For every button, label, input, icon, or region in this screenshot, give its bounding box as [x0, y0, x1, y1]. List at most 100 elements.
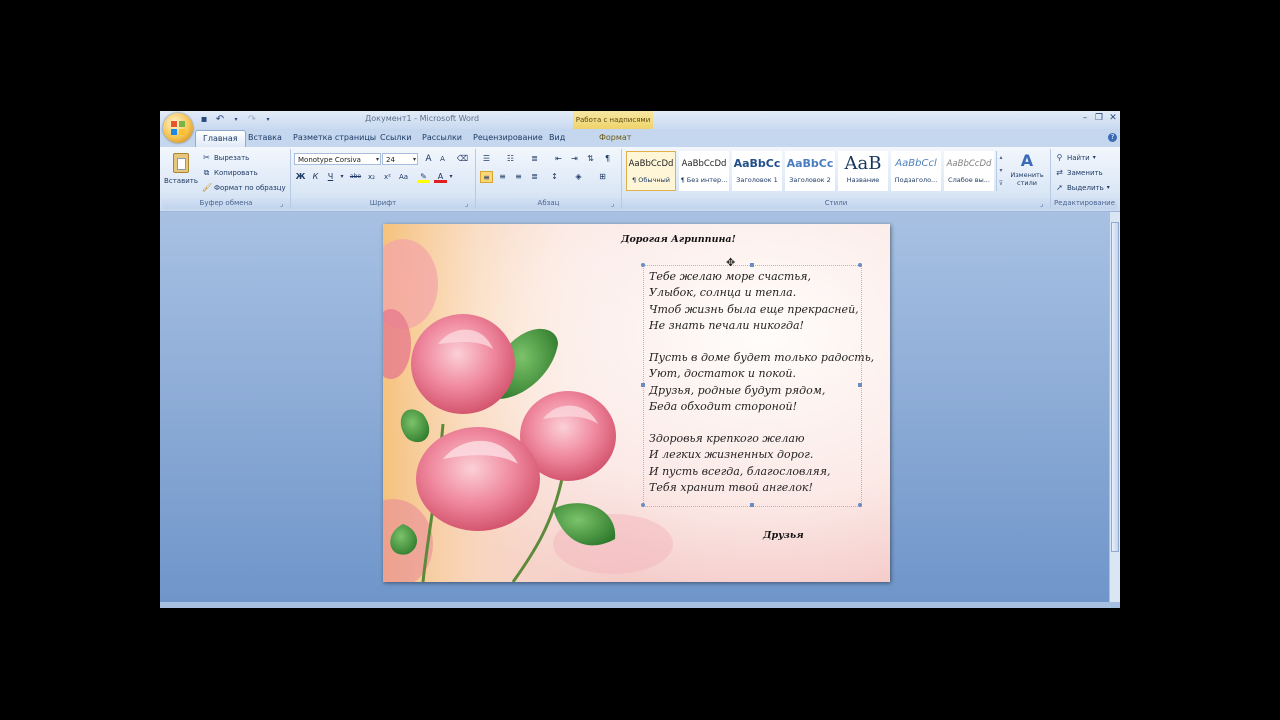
- word-window: ▪ ↶ ▾ ↷ ▾ Документ1 - Microsoft Word Раб…: [160, 111, 1120, 608]
- style-heading-2[interactable]: AaBbCc Заголовок 2: [785, 151, 835, 191]
- resize-handle[interactable]: [641, 263, 645, 267]
- justify-icon[interactable]: ≣: [528, 171, 541, 183]
- align-right-icon[interactable]: ≡: [512, 171, 525, 183]
- bold-button[interactable]: Ж: [294, 171, 307, 183]
- tab-review[interactable]: Рецензирование: [473, 133, 543, 142]
- paste-button[interactable]: Вставить: [164, 153, 198, 193]
- dialog-launcher-icon[interactable]: ⌟: [280, 200, 288, 208]
- editing-group-label: Редактирование: [1051, 198, 1118, 209]
- style-no-spacing[interactable]: AaBbCcDd ¶ Без интер...: [679, 151, 729, 191]
- strikethrough-button[interactable]: abe: [349, 171, 362, 183]
- tab-mailings[interactable]: Рассылки: [422, 133, 462, 142]
- document-workspace: Дорогая Агриппина! ✥ Тебе желаю море сча…: [160, 212, 1110, 602]
- multilevel-list-icon[interactable]: ≣: [528, 153, 541, 165]
- style-title[interactable]: AaB Название: [838, 151, 888, 191]
- replace-icon: ⇄: [1056, 168, 1063, 177]
- restore-icon[interactable]: ❐: [1094, 112, 1104, 124]
- line-spacing-icon[interactable]: ↕: [548, 171, 561, 183]
- resize-handle[interactable]: [641, 503, 645, 507]
- superscript-button[interactable]: x²: [381, 171, 394, 183]
- style-subtitle[interactable]: AaBbCcl Подзаголо...: [891, 151, 941, 191]
- pilcrow-icon[interactable]: ¶: [601, 153, 614, 165]
- subscript-button[interactable]: x₂: [365, 171, 378, 183]
- grow-font-button[interactable]: A: [422, 153, 435, 165]
- context-tab-title: Работа с надписями: [573, 111, 653, 129]
- resize-handle[interactable]: [750, 503, 754, 507]
- resize-handle[interactable]: [858, 503, 862, 507]
- dialog-launcher-icon[interactable]: ⌟: [611, 200, 619, 208]
- chevron-down-icon[interactable]: ▾: [339, 171, 345, 183]
- change-styles-button[interactable]: A Изменить стили: [1007, 151, 1047, 195]
- numbering-icon[interactable]: ☷: [504, 153, 517, 165]
- change-case-button[interactable]: Aa: [397, 171, 410, 183]
- move-cursor-icon: ✥: [726, 256, 736, 269]
- copy-icon: ⧉: [203, 168, 210, 177]
- tab-format[interactable]: Формат: [599, 133, 631, 142]
- resize-handle[interactable]: [750, 263, 754, 267]
- borders-icon[interactable]: ⊞: [596, 171, 609, 183]
- font-size-combo[interactable]: 24 ▾: [382, 153, 418, 165]
- signature: Друзья: [763, 530, 804, 541]
- clipboard-icon: [173, 153, 189, 173]
- scrollbar-thumb[interactable]: [1111, 222, 1119, 552]
- chevron-down-icon: ▾: [375, 156, 379, 163]
- shading-icon[interactable]: ◈: [572, 171, 585, 183]
- poem-stanza-1: Тебе желаю море счастья, Улыбок, солнца …: [649, 270, 859, 332]
- redo-icon[interactable]: ↷: [246, 114, 258, 126]
- style-normal[interactable]: AaBbCcDd ¶ Обычный: [626, 151, 676, 191]
- style-subtle-emphasis[interactable]: AaBbCcDd Слабое вы...: [944, 151, 994, 191]
- cut-button[interactable]: ✂ Вырезать: [202, 153, 249, 162]
- resize-handle[interactable]: [641, 383, 645, 387]
- chevron-down-icon[interactable]: ▾: [448, 171, 454, 183]
- tab-home[interactable]: Главная: [195, 130, 246, 147]
- font-color-button[interactable]: A: [434, 171, 447, 183]
- italic-button[interactable]: К: [309, 171, 322, 183]
- underline-button[interactable]: Ч: [324, 171, 337, 183]
- office-button[interactable]: [163, 113, 193, 143]
- minimize-icon[interactable]: –: [1080, 112, 1090, 124]
- scissors-icon: ✂: [203, 153, 210, 162]
- close-icon[interactable]: ✕: [1108, 112, 1118, 124]
- highlight-icon[interactable]: ✎: [417, 171, 430, 183]
- align-center-icon[interactable]: ≡: [496, 171, 509, 183]
- shrink-font-button[interactable]: A: [436, 153, 449, 165]
- decrease-indent-icon[interactable]: ⇤: [552, 153, 565, 165]
- styles-group-label: Стили: [622, 198, 1050, 209]
- font-name-combo[interactable]: Monotype Corsiva ▾: [294, 153, 381, 165]
- resize-handle[interactable]: [858, 263, 862, 267]
- document-page[interactable]: Дорогая Агриппина! ✥ Тебе желаю море сча…: [383, 224, 890, 582]
- tab-references[interactable]: Ссылки: [380, 133, 411, 142]
- select-button[interactable]: ➚ Выделить ▾: [1055, 183, 1110, 192]
- styles-scroll[interactable]: ▴ ▾ ⊽: [996, 151, 1005, 191]
- dialog-launcher-icon[interactable]: ⌟: [1040, 200, 1048, 208]
- find-button[interactable]: ⚲ Найти ▾: [1055, 153, 1096, 162]
- help-icon[interactable]: ?: [1108, 133, 1117, 142]
- customize-qat-icon[interactable]: ▾: [262, 114, 274, 126]
- replace-button[interactable]: ⇄ Заменить: [1055, 168, 1103, 177]
- tab-page-layout[interactable]: Разметка страницы: [293, 133, 376, 142]
- clear-formatting-icon[interactable]: ⌫: [456, 153, 469, 165]
- poem-stanza-2: Пусть в доме будет только радость, Уют, …: [649, 351, 875, 413]
- chevron-down-icon: ▾: [1106, 184, 1110, 191]
- font-group-label: Шрифт: [291, 198, 475, 209]
- quick-access-toolbar: ▪ ↶ ▾ ↷ ▾: [198, 114, 274, 126]
- window-title: Документ1 - Microsoft Word: [365, 114, 480, 123]
- undo-dropdown-icon[interactable]: ▾: [230, 114, 242, 126]
- tab-insert[interactable]: Вставка: [248, 133, 282, 142]
- undo-icon[interactable]: ↶: [214, 114, 226, 126]
- style-heading-1[interactable]: AaBbCc Заголовок 1: [732, 151, 782, 191]
- dialog-launcher-icon[interactable]: ⌟: [465, 200, 473, 208]
- bullets-icon[interactable]: ☰: [480, 153, 493, 165]
- increase-indent-icon[interactable]: ⇥: [568, 153, 581, 165]
- paragraph-group-label: Абзац: [476, 198, 621, 209]
- tab-view[interactable]: Вид: [549, 133, 565, 142]
- sort-icon[interactable]: ⇅: [584, 153, 597, 165]
- paste-label: Вставить: [164, 177, 198, 185]
- ribbon-tabs: Главная Вставка Разметка страницы Ссылки…: [160, 129, 1120, 147]
- vertical-scrollbar[interactable]: [1109, 212, 1120, 602]
- align-left-icon[interactable]: ≡: [480, 171, 493, 183]
- save-icon[interactable]: ▪: [198, 114, 210, 126]
- format-painter-button[interactable]: 🖌 Формат по образцу: [202, 183, 286, 192]
- copy-button[interactable]: ⧉ Копировать: [202, 168, 258, 177]
- brush-icon: 🖌: [202, 183, 213, 192]
